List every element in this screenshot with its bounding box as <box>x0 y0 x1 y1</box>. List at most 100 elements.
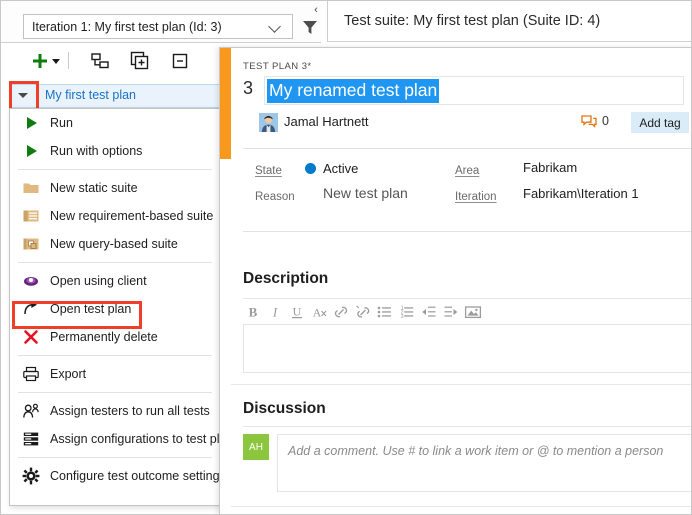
discussion-avatar-initials: AH <box>249 442 263 453</box>
run-play-icon <box>20 141 42 161</box>
printer-icon <box>20 364 42 384</box>
bullet-list-icon[interactable] <box>375 302 395 322</box>
menu-item-new-requirement-based-suite[interactable]: New requirement-based suite <box>10 202 220 230</box>
app-window: Iteration 1: My first test plan (Id: 3) … <box>0 0 692 515</box>
menu-item-run-with-options[interactable]: Run with options <box>10 137 220 165</box>
field-reason-value[interactable]: New test plan <box>323 185 408 203</box>
menu-item-run[interactable]: Run <box>10 109 220 137</box>
context-menu-list: RunRun with options New static suite New r… <box>10 109 220 490</box>
description-editor[interactable] <box>243 324 692 373</box>
discussion-heading: Discussion <box>243 400 326 418</box>
menu-separator <box>18 169 212 170</box>
work-item-form-body: TEST PLAN 3* 3 My renamed test plan Jama… <box>231 48 692 515</box>
menu-item-assign-configurations-to-test-plan[interactable]: Assign configurations to test plan <box>10 425 220 453</box>
work-item-title-text: My renamed test plan <box>267 79 439 103</box>
menu-separator <box>18 457 212 458</box>
open-arrow-icon <box>20 299 42 319</box>
svg-text:B: B <box>249 304 258 319</box>
field-area-label: Area <box>455 161 479 179</box>
outdent-icon[interactable] <box>419 302 439 322</box>
add-tag-button[interactable]: Add tag <box>631 112 689 133</box>
italic-icon[interactable]: I <box>265 302 285 322</box>
add-tag-label: Add tag <box>639 116 680 130</box>
menu-item-label: Open using client <box>50 274 147 288</box>
new-item-button[interactable] <box>29 50 51 72</box>
menu-separator <box>18 392 212 393</box>
requirement-suite-icon <box>20 206 42 226</box>
numbered-list-icon[interactable]: 123 <box>397 302 417 322</box>
user-avatar-icon <box>259 113 278 132</box>
divider <box>231 506 692 507</box>
delete-x-icon <box>20 327 42 347</box>
menu-item-label: New query-based suite <box>50 237 178 251</box>
assign-testers-icon <box>20 401 42 421</box>
configurations-icon <box>20 429 42 449</box>
field-state-label: State <box>255 161 282 179</box>
discussion-avatar: AH <box>243 434 269 460</box>
chevron-down-icon <box>268 19 284 35</box>
tree-expander-highlight-box <box>9 81 39 111</box>
work-item-assignee-name: Jamal Hartnett <box>284 114 369 129</box>
divider <box>243 148 692 149</box>
work-item-id: 3 <box>243 78 253 99</box>
menu-item-open-using-client[interactable]: Open using client <box>10 267 220 295</box>
collapse-panel-chevron-icon[interactable]: ‹ <box>309 3 323 17</box>
menu-separator <box>18 262 212 263</box>
comment-icon[interactable] <box>581 115 597 129</box>
divider <box>231 384 692 385</box>
svg-text:A: A <box>313 305 322 319</box>
underline-icon[interactable]: U <box>287 302 307 322</box>
link-icon[interactable] <box>331 302 351 322</box>
test-plan-context-menu: RunRun with options New static suite New r… <box>9 108 221 506</box>
run-play-icon <box>20 113 42 133</box>
filter-icon[interactable] <box>301 18 319 36</box>
description-rich-text-toolbar: BIUA 123 <box>243 298 692 322</box>
svg-text:I: I <box>272 304 278 319</box>
menu-item-permanently-delete[interactable]: Permanently delete <box>10 323 220 351</box>
tree-item-label: My first test plan <box>45 88 136 102</box>
field-state-value[interactable]: Active <box>323 160 358 178</box>
left-pane-top-toolbar: Iteration 1: My first test plan (Id: 3) … <box>1 1 321 43</box>
divider <box>243 231 692 232</box>
field-iteration-value[interactable]: Fabrikam\Iteration 1 <box>523 185 639 203</box>
clear-format-icon[interactable]: A <box>309 302 329 322</box>
menu-item-export[interactable]: Export <box>10 360 220 388</box>
menu-item-label: New static suite <box>50 181 138 195</box>
menu-item-label: Assign configurations to test plan <box>50 432 233 446</box>
menu-item-label: Assign testers to run all tests <box>50 404 210 418</box>
work-item-assignee-row: Jamal Hartnett 0 Add tag <box>243 112 683 140</box>
collapse-all-icon[interactable] <box>169 50 191 72</box>
query-suite-icon <box>20 234 42 254</box>
menu-item-new-query-based-suite[interactable]: New query-based suite <box>10 230 220 258</box>
field-area-value[interactable]: Fabrikam <box>523 159 577 177</box>
open-client-icon <box>20 271 42 291</box>
iteration-select[interactable]: Iteration 1: My first test plan (Id: 3) <box>23 14 293 39</box>
comment-count: 0 <box>602 114 609 128</box>
work-item-form-panel: TEST PLAN 3* 3 My renamed test plan Jama… <box>219 47 692 515</box>
menu-separator <box>18 355 212 356</box>
toolbar-divider <box>68 52 69 69</box>
iteration-select-value: Iteration 1: My first test plan (Id: 3) <box>24 20 268 34</box>
gear-icon <box>20 466 42 486</box>
show-hierarchy-icon[interactable] <box>89 50 111 72</box>
field-reason-label: Reason <box>255 187 295 205</box>
bold-icon[interactable]: B <box>243 302 263 322</box>
insert-image-icon[interactable] <box>463 302 483 322</box>
work-item-type-accent-bar <box>220 48 231 159</box>
menu-item-assign-testers-to-run-all-tests[interactable]: Assign testers to run all tests <box>10 397 220 425</box>
folder-icon <box>20 178 42 198</box>
menu-item-configure-test-outcome-settings[interactable]: Configure test outcome settings <box>10 462 220 490</box>
work-item-type-label: TEST PLAN 3* <box>243 61 312 72</box>
indent-icon[interactable] <box>441 302 461 322</box>
field-iteration-label: Iteration <box>455 187 497 205</box>
tree-item-my-first-test-plan[interactable]: My first test plan <box>9 84 221 108</box>
new-item-dropdown-caret-icon[interactable] <box>49 50 63 72</box>
work-item-title-input[interactable]: My renamed test plan <box>264 76 684 105</box>
unlink-icon[interactable] <box>353 302 373 322</box>
state-status-dot <box>305 163 316 174</box>
menu-item-open-test-plan[interactable]: Open test plan <box>10 295 220 323</box>
discussion-comment-placeholder: Add a comment. Use # to link a work item… <box>288 444 663 458</box>
expand-all-icon[interactable] <box>129 50 151 72</box>
discussion-comment-input[interactable]: Add a comment. Use # to link a work item… <box>277 434 692 492</box>
menu-item-new-static-suite[interactable]: New static suite <box>10 174 220 202</box>
